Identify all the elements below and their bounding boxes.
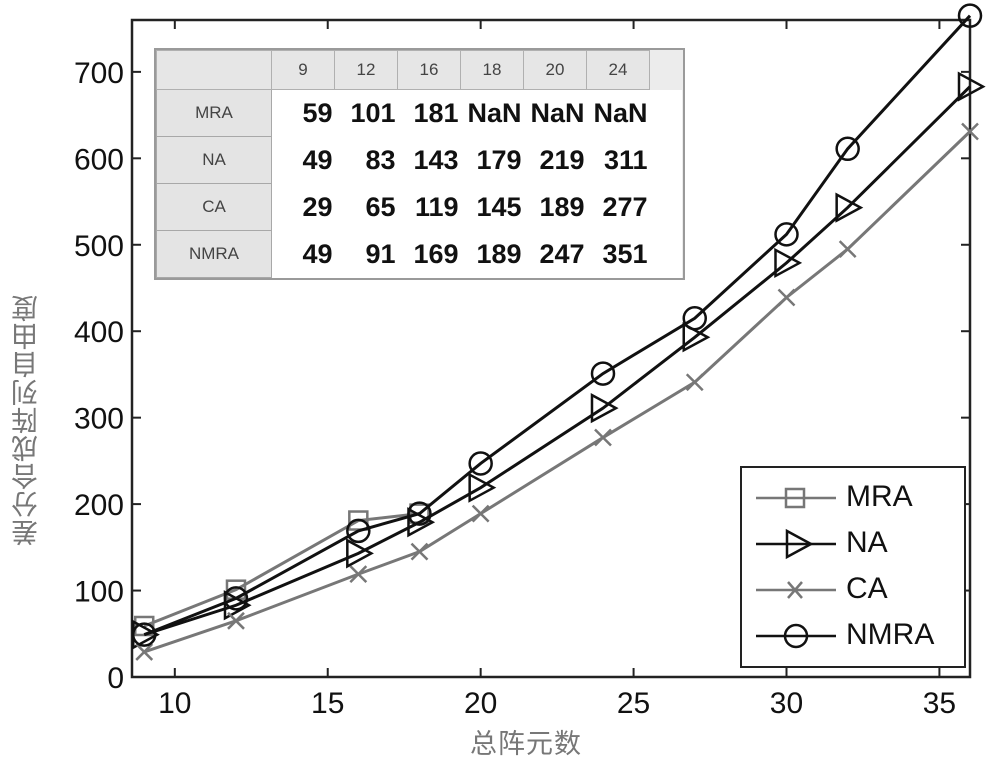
table-row-label: MRA [156,89,272,137]
x-axis-label: 总阵元数 [470,729,582,760]
table-cell: NaN [523,89,587,137]
y-tick-label: 500 [74,230,124,263]
table-cell: NaN [460,89,524,137]
data-point-x [471,504,490,523]
data-point-x [410,542,429,561]
table-cell: 59 [271,89,335,137]
x-tick-label: 35 [923,687,956,720]
table-cell: 143 [397,136,461,184]
table-column-header: 12 [334,50,398,90]
y-tick-label: 400 [74,316,124,349]
table-column-header: 18 [460,50,524,90]
table-row: NA 49 83 143 179 219 311 [156,136,682,184]
table-row-label: NMRA [156,230,272,278]
table-spacer [649,230,682,278]
table-cell: 65 [334,183,398,231]
table-cell: 101 [334,89,398,137]
data-point-x [777,288,796,307]
table-cell: 311 [586,136,650,184]
data-point-x [838,240,857,258]
table-row: CA 29 65 119 145 189 277 [156,183,682,231]
table-cell: 179 [460,136,524,184]
table-cell: 29 [271,183,335,231]
table-column-header: 24 [586,50,650,90]
y-tick-label: 600 [74,143,124,176]
table-cell: 83 [334,136,398,184]
legend-item-na: NA [742,522,964,566]
legend-item-ca: CA [742,568,964,612]
table-cell: 181 [397,89,461,137]
table-column-header: 20 [523,50,587,90]
table-cell: 91 [334,230,398,278]
y-tick-label: 200 [74,489,124,522]
table-spacer [649,89,682,137]
y-tick-label: 100 [74,576,124,609]
table-cell: 351 [586,230,650,278]
table-cell: 247 [523,230,587,278]
table-cell: 169 [397,230,461,278]
table-cell: 277 [586,183,650,231]
table-corner-cell [156,50,272,90]
x-tick-label: 30 [770,687,803,720]
table-cell: 189 [460,230,524,278]
legend-label: NMRA [846,618,935,651]
inset-data-table: 9 12 16 18 20 24 MRA 59 101 181 NaN NaN … [154,48,685,280]
y-axis-label: 差分合成阵列自由度 [12,294,43,546]
data-point-x [227,611,245,630]
x-tick-label: 25 [617,687,650,720]
legend-marker-circle-icon [756,623,836,649]
x-tick-label: 20 [464,687,497,720]
legend-item-mra: MRA [742,476,964,520]
series-line [143,512,420,628]
data-point-x [594,428,612,447]
table-cell: 119 [397,183,461,231]
table-spacer [649,136,682,184]
y-tick-label: 0 [107,662,124,695]
y-tick-label: 700 [74,57,124,90]
table-spacer [649,183,682,231]
legend-label: CA [846,572,888,605]
legend-marker-square-icon [756,487,836,509]
y-tick-label: 300 [74,403,124,436]
table-header-row: 9 12 16 18 20 24 [156,50,682,90]
x-tick-label: 15 [311,687,344,720]
table-cell: 145 [460,183,524,231]
table-spacer [649,50,682,90]
x-tick-label: 10 [158,687,191,720]
legend-marker-triangle-icon [756,528,836,560]
table-row: MRA 59 101 181 NaN NaN NaN [156,89,682,137]
table-column-header: 16 [397,50,461,90]
table-cell: 49 [271,230,335,278]
legend-label: MRA [846,480,913,513]
table-cell: 219 [523,136,587,184]
legend-label: NA [846,526,888,559]
table-row: NMRA 49 91 169 189 247 351 [156,230,682,278]
table-column-header: 9 [271,50,335,90]
table-cell: 189 [523,183,587,231]
legend-marker-x-icon [756,581,836,599]
legend: MRA NA CA NMRA [740,466,966,668]
table-cell: NaN [586,89,650,137]
legend-item-nmra: NMRA [742,614,964,658]
data-point-x [685,373,704,392]
table-row-label: CA [156,183,272,231]
table-cell: 49 [271,136,335,184]
table-row-label: NA [156,136,272,184]
data-point-x [349,565,368,584]
